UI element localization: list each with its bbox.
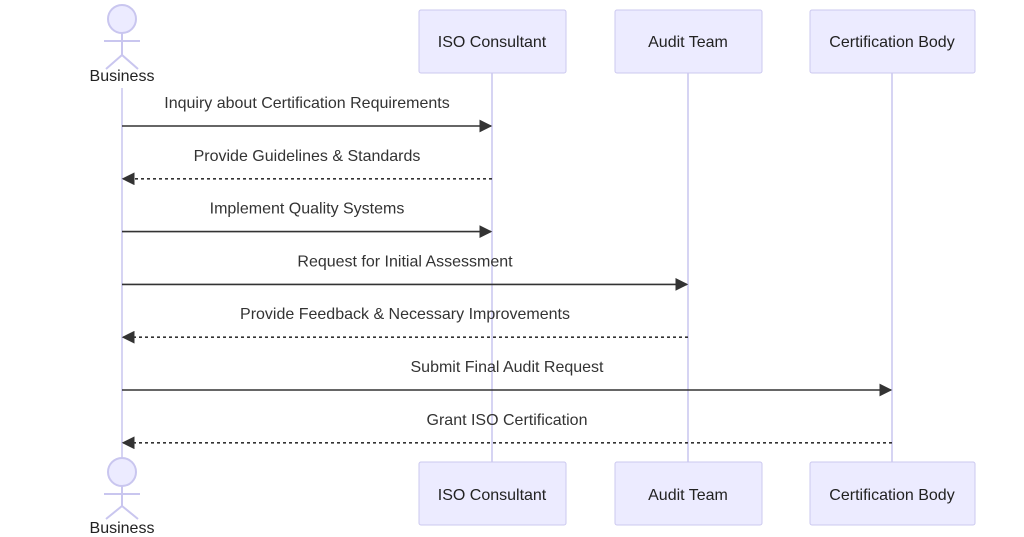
message-label: Provide Guidelines & Standards — [194, 148, 421, 165]
actor-label-business: Business — [90, 520, 155, 537]
message-5: Provide Feedback & Necessary Improvement… — [121, 306, 688, 344]
participant-label-certification-body: Certification Body — [829, 487, 954, 504]
participant-certification-body-bottom: Certification Body — [809, 461, 976, 526]
message-label: Inquiry about Certification Requirements — [164, 95, 449, 112]
stick-figure-icon — [104, 4, 140, 70]
message-label: Grant ISO Certification — [427, 412, 588, 429]
participant-audit-team-bottom: Audit Team — [614, 461, 763, 526]
participant-label-audit-team: Audit Team — [648, 487, 728, 504]
stick-figure-icon — [104, 457, 140, 520]
bottom-participants: Business ISO Consultant Audit Team Certi… — [90, 457, 976, 537]
message-3: Implement Quality Systems — [122, 201, 493, 239]
message-label: Submit Final Audit Request — [411, 359, 605, 376]
participant-iso-consultant-top: ISO Consultant — [418, 9, 567, 74]
participant-label-iso-consultant: ISO Consultant — [438, 487, 547, 504]
actor-label-business: Business — [90, 68, 155, 85]
message-2: Provide Guidelines & Standards — [121, 148, 492, 186]
message-label: Request for Initial Assessment — [297, 253, 513, 270]
message-7: Grant ISO Certification — [121, 412, 892, 450]
top-participants: Business ISO Consultant Audit Team Certi… — [90, 4, 976, 85]
messages: Inquiry about Certification Requirements… — [121, 95, 893, 450]
participant-label-certification-body: Certification Body — [829, 34, 954, 51]
message-4: Request for Initial Assessment — [122, 253, 689, 291]
participant-certification-body-top: Certification Body — [809, 9, 976, 74]
actor-business-bottom: Business — [90, 457, 155, 537]
participant-label-iso-consultant: ISO Consultant — [438, 34, 547, 51]
participant-iso-consultant-bottom: ISO Consultant — [418, 461, 567, 526]
message-label: Provide Feedback & Necessary Improvement… — [240, 306, 570, 323]
participant-audit-team-top: Audit Team — [614, 9, 763, 74]
message-label: Implement Quality Systems — [210, 201, 405, 218]
sequence-diagram: Business ISO Consultant Audit Team Certi… — [90, 4, 976, 537]
actor-business-top: Business — [90, 4, 155, 85]
message-6: Submit Final Audit Request — [122, 359, 893, 397]
participant-label-audit-team: Audit Team — [648, 34, 728, 51]
message-1: Inquiry about Certification Requirements — [122, 95, 493, 133]
